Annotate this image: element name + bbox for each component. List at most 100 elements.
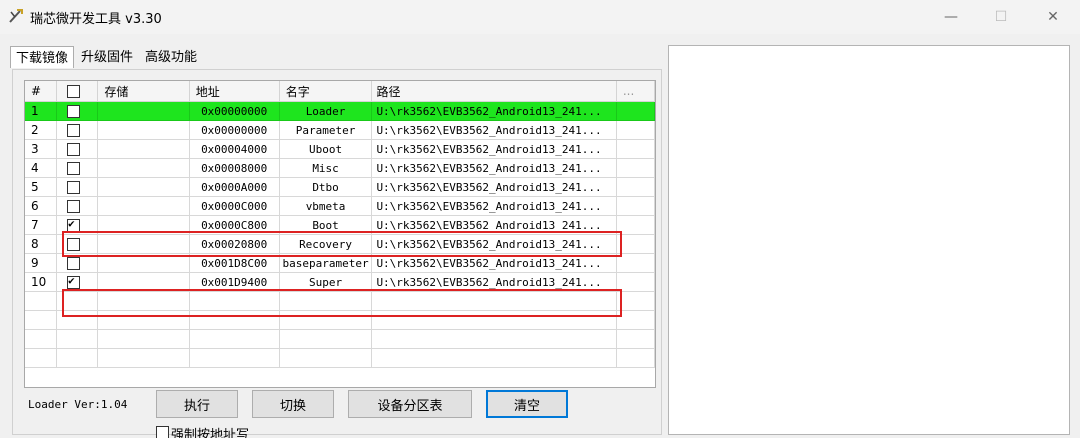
row-more[interactable] <box>616 234 655 254</box>
row-name: vbmeta <box>279 196 373 216</box>
close-icon: ✕ <box>1047 9 1059 25</box>
table-row[interactable]: 9 0x001D8C00 baseparameter U:\rk3562\EVB356… <box>25 253 655 273</box>
table-row[interactable]: 8 0x00020800 Recovery U:\rk3562\EVB3562_And… <box>25 234 655 254</box>
row-checkbox-cell[interactable] <box>56 253 99 273</box>
force-address-checkbox[interactable] <box>156 426 169 438</box>
close-button[interactable]: ✕ <box>1030 0 1076 34</box>
table-row[interactable]: 1 0x00000000 Loader U:\rk3562\EVB3562_Andro… <box>25 101 655 121</box>
empty-row <box>25 329 655 349</box>
row-checkbox-cell[interactable] <box>56 215 99 235</box>
table-row[interactable]: 2 0x00000000 Parameter U:\rk3562\EVB3562_An… <box>25 120 655 140</box>
row-checkbox-cell[interactable] <box>56 158 99 178</box>
table-row[interactable]: 6 0x0000C000 vbmeta U:\rk3562\EVB3562_Andro… <box>25 196 655 216</box>
row-checkbox-cell[interactable] <box>56 177 99 197</box>
row-more[interactable] <box>616 215 655 235</box>
row-checkbox[interactable] <box>67 237 81 251</box>
row-more[interactable] <box>616 272 655 292</box>
force-address-option[interactable]: 强制按地址写 <box>156 424 249 438</box>
row-name: Parameter <box>279 120 373 140</box>
row-name: Dtbo <box>279 177 373 197</box>
row-address[interactable]: 0x0000A000 <box>189 177 280 197</box>
row-more[interactable] <box>616 139 655 159</box>
row-checkbox-cell[interactable] <box>56 120 99 140</box>
row-path[interactable]: U:\rk3562\EVB3562_Android13_241... <box>371 158 617 178</box>
table-row[interactable]: 7 0x0000C800BootU:\rk3562\EVB3562_Android… <box>25 215 655 235</box>
row-path[interactable]: U:\rk3562\EVB3562_Android13_241... <box>371 101 617 121</box>
row-path[interactable]: U:\rk3562\EVB3562_Android13_241... <box>371 120 617 140</box>
table-row[interactable]: 5 0x0000A000 Dtbo U:\rk3562\EVB3562_Android… <box>25 177 655 197</box>
row-checkbox-cell[interactable] <box>56 234 99 254</box>
row-name: baseparameter <box>279 253 373 273</box>
row-address[interactable]: 0x00008000 <box>189 158 280 178</box>
row-storage[interactable] <box>97 139 190 159</box>
switch-button[interactable]: 切换 <box>252 390 334 418</box>
row-name: Uboot <box>279 139 373 159</box>
row-storage[interactable] <box>97 253 190 273</box>
tab-upgrade-firmware[interactable]: 升级固件 <box>76 46 138 68</box>
row-more[interactable] <box>616 196 655 216</box>
execute-button[interactable]: 执行 <box>156 390 238 418</box>
row-num: 5 <box>25 177 58 197</box>
row-storage[interactable] <box>97 120 190 140</box>
row-checkbox[interactable] <box>67 161 81 175</box>
row-num: 10 <box>25 272 58 292</box>
row-checkbox[interactable] <box>67 123 81 137</box>
tab-advanced[interactable]: 高级功能 <box>140 46 202 68</box>
row-checkbox[interactable] <box>67 217 81 232</box>
row-address[interactable]: 0x00000000 <box>189 101 280 121</box>
log-panel[interactable] <box>668 45 1070 435</box>
table-row[interactable]: 3 0x00004000 Uboot U:\rk3562\EVB3562_Androi… <box>25 139 655 159</box>
row-num: 7 <box>25 215 58 235</box>
row-path[interactable]: U:\rk3562\EVB3562_Android13_241... <box>371 234 617 254</box>
row-address[interactable]: 0x001D9400 <box>189 272 280 292</box>
row-path[interactable]: U:\rk3562\EVB3562_Android13_241... <box>371 196 617 216</box>
row-checkbox-cell[interactable] <box>56 139 99 159</box>
empty-row <box>25 348 655 368</box>
row-num: 6 <box>25 196 58 216</box>
row-path[interactable]: U:\rk3562\EVB3562_Android13_241... <box>371 177 617 197</box>
header-more: ... <box>616 81 655 102</box>
header-address: 地址 <box>189 81 280 102</box>
row-checkbox[interactable] <box>67 256 81 270</box>
row-storage[interactable] <box>97 101 190 121</box>
row-storage[interactable] <box>97 234 190 254</box>
minimize-button[interactable]: — <box>928 0 974 34</box>
row-path[interactable]: U:\rk3562\EVB3562_Android13_241... <box>371 272 617 292</box>
force-address-label: 强制按地址写 <box>171 428 250 438</box>
row-more[interactable] <box>616 177 655 197</box>
row-address[interactable]: 0x00020800 <box>189 234 280 254</box>
row-checkbox-cell[interactable] <box>56 101 99 121</box>
clear-button[interactable]: 清空 <box>486 390 568 418</box>
row-path[interactable]: U:\rk3562\EVB3562_Android13_241... <box>371 139 617 159</box>
row-checkbox-cell[interactable] <box>56 272 99 292</box>
row-storage[interactable] <box>97 177 190 197</box>
row-address[interactable]: 0x0000C800 <box>189 215 280 235</box>
tab-download-image[interactable]: 下载镜像 <box>10 46 75 68</box>
row-checkbox-cell[interactable] <box>56 196 99 216</box>
row-path[interactable]: U:\rk3562\EVB3562_Android13_241... <box>371 253 617 273</box>
partition-table-button[interactable]: 设备分区表 <box>348 390 472 418</box>
row-checkbox[interactable] <box>67 142 81 156</box>
row-address[interactable]: 0x001D8C00 <box>189 253 280 273</box>
table-row[interactable]: 4 0x00008000 Misc U:\rk3562\EVB3562_Android… <box>25 158 655 178</box>
row-more[interactable] <box>616 101 655 121</box>
row-address[interactable]: 0x0000C000 <box>189 196 280 216</box>
row-checkbox[interactable] <box>67 104 81 118</box>
maximize-button[interactable]: ☐ <box>978 0 1024 34</box>
row-more[interactable] <box>616 120 655 140</box>
row-checkbox[interactable] <box>67 180 81 194</box>
row-storage[interactable] <box>97 272 190 292</box>
row-more[interactable] <box>616 158 655 178</box>
table-row[interactable]: 10 0x001D9400SuperU:\rk3562\EVB3562_Andro… <box>25 272 655 292</box>
row-checkbox[interactable] <box>67 199 81 213</box>
row-path[interactable]: U:\rk3562\EVB3562_Android13_241... <box>371 215 617 235</box>
select-all-checkbox[interactable] <box>67 85 81 98</box>
row-address[interactable]: 0x00004000 <box>189 139 280 159</box>
row-storage[interactable] <box>97 196 190 216</box>
row-checkbox[interactable] <box>67 274 81 289</box>
row-more[interactable] <box>616 253 655 273</box>
row-storage[interactable] <box>97 158 190 178</box>
row-storage[interactable] <box>97 215 190 235</box>
header-select-all[interactable] <box>56 81 99 102</box>
row-address[interactable]: 0x00000000 <box>189 120 280 140</box>
